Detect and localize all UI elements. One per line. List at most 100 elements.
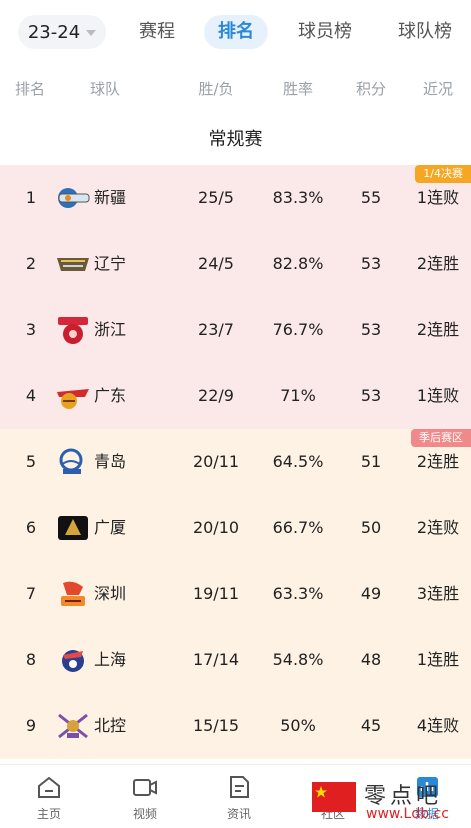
win-loss: 25/5 [198,188,234,207]
form: 1连败 [416,386,460,405]
win-loss: 20/11 [192,452,240,471]
nav-news-label: 资讯 [226,807,251,821]
team-name: 辽宁 [94,254,127,273]
form: 2连胜 [416,254,460,273]
zhejiang-logo [55,315,91,345]
nav-video[interactable]: 视频 [98,765,192,828]
chevron-down-icon [86,30,97,36]
col-rank: 排名 [14,80,45,98]
rank-cell: 3 [25,320,37,339]
home-icon [38,776,60,798]
win-pct: 64.5% [272,452,324,471]
rank-cell: 2 [25,254,37,273]
col-points: 积分 [355,80,386,98]
rank-cell: 7 [25,584,37,603]
win-pct: 83.3% [272,188,324,207]
col-form: 近况 [422,80,453,98]
win-pct: 71% [280,386,316,405]
team-name: 深圳 [94,584,127,603]
table-row[interactable]: 8 上海 17/14 54.8% 48 1连胜 [0,627,471,693]
win-pct: 82.8% [272,254,324,273]
nav-home-label: 主页 [36,807,61,821]
tab-player-rankings[interactable]: 球员榜 [282,15,368,49]
form: 2连胜 [416,320,460,339]
win-loss: 19/11 [192,584,240,603]
shanghai-logo [55,645,91,675]
form: 3连胜 [416,584,460,603]
zone-badge: 季后赛区 [411,429,471,447]
table-row[interactable]: 7 深圳 19/11 63.3% 49 3连胜 [0,561,471,627]
liaoning-logo [55,249,91,279]
tab-standings-label: 排名 [218,21,254,42]
points: 45 [360,716,382,735]
rank-cell: 8 [25,650,37,669]
points: 49 [360,584,382,603]
col-team: 球队 [89,80,120,98]
win-loss: 22/9 [198,386,234,405]
column-header: 排名 球队 胜/负 胜率 积分 近况 [0,66,471,108]
watermark: 零点吧 www.Ldb.cc [312,776,471,827]
beikong-logo [55,711,91,741]
team-name: 广厦 [94,518,127,537]
nav-video-label: 视频 [132,807,157,821]
win-pct: 50% [280,716,316,735]
shenzhen-logo [55,579,91,609]
xinjiang-logo [55,183,91,213]
team-name: 新疆 [94,188,127,207]
win-pct: 54.8% [272,650,324,669]
table-row[interactable]: 1 新疆 25/5 83.3% 55 1连败 1/4决赛 [0,165,471,231]
points: 48 [360,650,382,669]
tab-schedule-label: 赛程 [139,21,175,42]
table-row[interactable]: 6 广厦 20/10 66.7% 50 2连败 [0,495,471,561]
guangsha-logo [55,513,91,543]
season-label: 23-24 [27,21,81,43]
win-pct: 66.7% [272,518,324,537]
tab-team-rankings[interactable]: 球队榜 [382,15,468,49]
table-row[interactable]: 3 浙江 23/7 76.7% 53 2连胜 [0,297,471,363]
col-win-loss: 胜/负 [198,80,234,98]
rank-cell: 5 [25,452,37,471]
team-name: 浙江 [94,320,127,339]
video-icon [133,779,157,796]
form: 2连胜 [416,452,460,471]
tab-team-rankings-label: 球队榜 [398,21,452,42]
win-loss: 24/5 [198,254,234,273]
section-title: 常规赛 [208,129,263,150]
win-pct: 63.3% [272,584,324,603]
table-row[interactable]: 2 辽宁 24/5 82.8% 53 2连胜 [0,231,471,297]
win-loss: 17/14 [192,650,240,669]
flag-icon [312,782,356,812]
nav-home[interactable]: 主页 [2,765,96,828]
news-icon [230,776,249,798]
rank-cell: 1 [25,188,37,207]
team-name: 广东 [94,386,127,405]
tab-schedule[interactable]: 赛程 [124,15,190,49]
table-row[interactable]: 9 北控 15/15 50% 45 4连败 [0,693,471,759]
points: 53 [360,386,382,405]
team-name: 青岛 [94,452,127,471]
form: 1连胜 [416,650,460,669]
top-bar: 23-24 赛程 排名 球员榜 球队榜 [0,0,471,64]
tab-standings[interactable]: 排名 [204,15,268,49]
season-selector[interactable]: 23-24 [18,15,106,49]
guangdong-logo [55,381,91,411]
team-name: 北控 [94,716,127,735]
win-loss: 15/15 [192,716,240,735]
win-pct: 76.7% [272,320,324,339]
team-name: 上海 [94,650,127,669]
form: 2连败 [416,518,460,537]
points: 50 [360,518,382,537]
form: 4连败 [416,716,460,735]
nav-news[interactable]: 资讯 [192,765,286,828]
points: 51 [360,452,382,471]
points: 55 [360,188,382,207]
col-win-pct: 胜率 [282,80,313,98]
rank-cell: 6 [25,518,37,537]
points: 53 [360,254,382,273]
table-row[interactable]: 5 青岛 20/11 64.5% 51 2连胜 季后赛区 [0,429,471,495]
win-loss: 20/10 [192,518,240,537]
table-row[interactable]: 4 广东 22/9 71% 53 1连败 [0,363,471,429]
zone-badge: 1/4决赛 [415,165,471,183]
tab-player-rankings-label: 球员榜 [298,21,352,42]
form: 1连败 [416,188,460,207]
